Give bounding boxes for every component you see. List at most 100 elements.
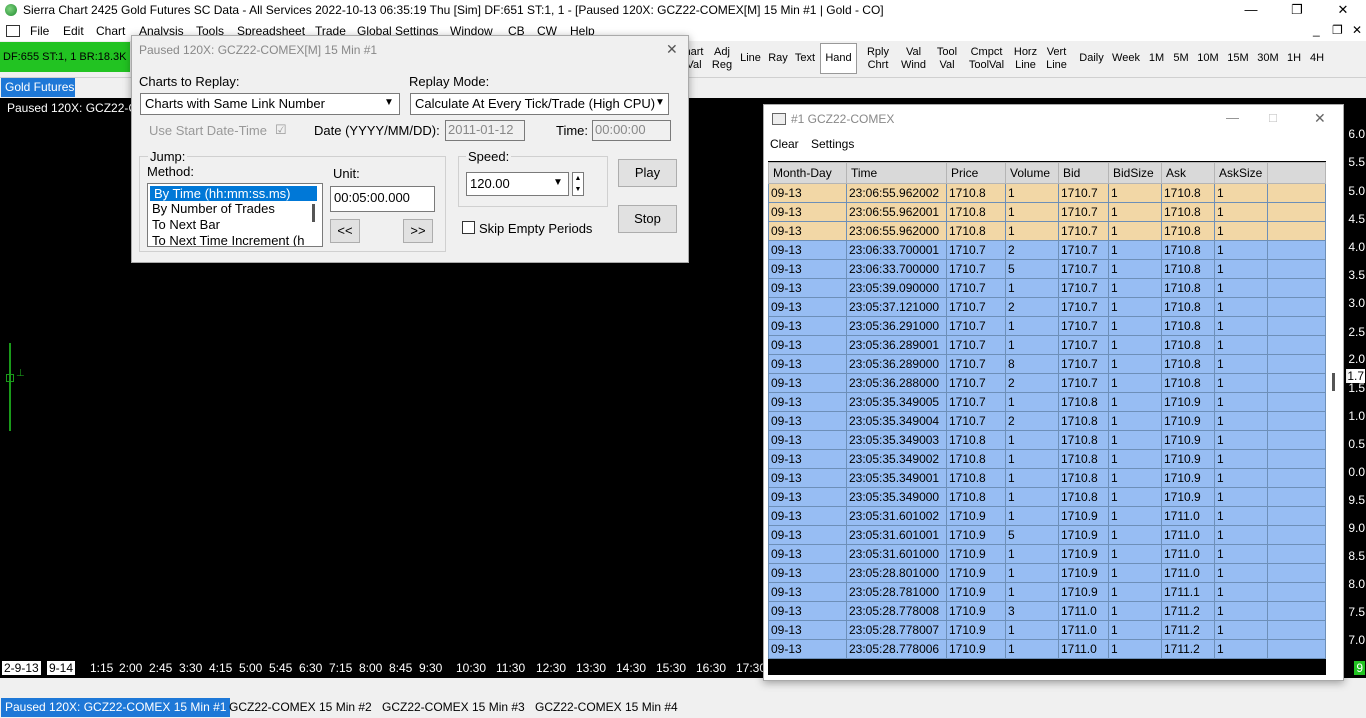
method-scrollbar[interactable] bbox=[312, 204, 315, 222]
jump-back-button[interactable]: << bbox=[330, 219, 360, 243]
ts-close-button[interactable]: ✕ bbox=[1314, 110, 1326, 127]
unit-field[interactable]: 00:05:00.000 bbox=[330, 186, 435, 212]
close-button[interactable]: ✕ bbox=[1320, 0, 1366, 21]
skip-empty-checkbox[interactable] bbox=[462, 221, 475, 234]
toolbar-week-button[interactable]: Week bbox=[1109, 43, 1143, 74]
symbol-tab[interactable]: Gold Futures bbox=[1, 78, 75, 97]
toolbar-vert-line-button[interactable]: Vert Line bbox=[1041, 43, 1072, 74]
table-row[interactable]: 09-13 23:05:35.349002 1710.8 1 1710.8 1 1710.9… bbox=[768, 449, 1326, 469]
table-row[interactable]: 09-13 23:05:35.349003 1710.8 1 1710.8 1 1710.9… bbox=[768, 430, 1326, 450]
table-row[interactable]: 09-13 23:06:55.962002 1710.8 1 1710.7 1 1710.8… bbox=[768, 183, 1326, 203]
table-row[interactable]: 09-13 23:05:36.289001 1710.7 1 1710.7 1 1710.8… bbox=[768, 335, 1326, 355]
chart-tab-3[interactable]: GCZ22-COMEX 15 Min #3 bbox=[378, 698, 529, 717]
table-row[interactable]: 09-13 23:05:31.601002 1710.9 1 1710.9 1 1711.0… bbox=[768, 506, 1326, 526]
toolbar-15m-button[interactable]: 15M bbox=[1224, 43, 1252, 74]
time-field[interactable]: 00:00:00 bbox=[592, 120, 671, 141]
ts-table[interactable]: Month-Day Time Price Volume Bid BidSize … bbox=[768, 162, 1326, 659]
toolbar-hand-button[interactable]: Hand bbox=[820, 43, 857, 74]
method-listbox[interactable]: By Time (hh:mm:ss.ms) By Number of Trade… bbox=[147, 183, 323, 247]
table-row[interactable]: 09-13 23:05:35.349000 1710.8 1 1710.8 1 1710.9… bbox=[768, 487, 1326, 507]
table-row[interactable]: 09-13 23:05:31.601000 1710.9 1 1710.9 1 1711.0… bbox=[768, 544, 1326, 564]
table-row[interactable]: 09-13 23:05:36.288000 1710.7 2 1710.7 1 1710.8… bbox=[768, 373, 1326, 393]
toolbar-rply-chrt-button[interactable]: Rply Chrt bbox=[859, 43, 897, 74]
toolbar-ray-button[interactable]: Ray bbox=[765, 43, 791, 74]
mdi-minimize-button[interactable]: _ bbox=[1313, 23, 1320, 37]
table-cell: 1 bbox=[1108, 525, 1162, 545]
column-header[interactable]: Price bbox=[946, 162, 1006, 184]
method-option[interactable]: By Number of Trades bbox=[148, 201, 322, 217]
chart-tab-1[interactable]: Paused 120X: GCZ22-COMEX 15 Min #1 bbox=[1, 698, 231, 717]
column-header[interactable]: Ask bbox=[1161, 162, 1215, 184]
toolbar-1h-button[interactable]: 1H bbox=[1283, 43, 1305, 74]
chart-tab-4[interactable]: GCZ22-COMEX 15 Min #4 bbox=[531, 698, 682, 717]
menu-edit[interactable]: Edit bbox=[63, 24, 84, 38]
mdi-close-button[interactable]: ✕ bbox=[1352, 23, 1362, 37]
toolbar-1m-button[interactable]: 1M bbox=[1145, 43, 1168, 74]
table-row[interactable]: 09-13 23:05:37.121000 1710.7 2 1710.7 1 1710.8… bbox=[768, 297, 1326, 317]
table-row[interactable]: 09-13 23:05:28.778006 1710.9 1 1711.0 1 1711.2… bbox=[768, 639, 1326, 659]
date-field[interactable]: 2011-01-12 bbox=[445, 120, 525, 141]
table-row[interactable]: 09-13 23:05:36.289000 1710.7 8 1710.7 1 1710.8… bbox=[768, 354, 1326, 374]
table-row[interactable]: 09-13 23:05:35.349005 1710.7 1 1710.8 1 1710.9… bbox=[768, 392, 1326, 412]
table-cell: 09-13 bbox=[768, 620, 847, 640]
table-row[interactable]: 09-13 23:06:33.700001 1710.7 2 1710.7 1 1710.8… bbox=[768, 240, 1326, 260]
toolbar-cmpct-toolval-button[interactable]: Cmpct ToolVal bbox=[965, 43, 1008, 74]
table-cell-blank bbox=[1267, 202, 1326, 222]
chart-tab-2[interactable]: GCZ22-COMEX 15 Min #2 bbox=[225, 698, 376, 717]
toolbar-5m-button[interactable]: 5M bbox=[1169, 43, 1193, 74]
replay-mode-select[interactable]: Calculate At Every Tick/Trade (High CPU) bbox=[410, 93, 669, 115]
toolbar-horz-line-button[interactable]: Horz Line bbox=[1010, 43, 1041, 74]
table-row[interactable]: 09-13 23:06:33.700000 1710.7 5 1710.7 1 1710.8… bbox=[768, 259, 1326, 279]
table-row[interactable]: 09-13 23:05:28.801000 1710.9 1 1710.9 1 1711.0… bbox=[768, 563, 1326, 583]
table-cell: 09-13 bbox=[768, 430, 847, 450]
table-row[interactable]: 09-13 23:06:55.962001 1710.8 1 1710.7 1 1710.8… bbox=[768, 202, 1326, 222]
column-header[interactable]: BidSize bbox=[1108, 162, 1162, 184]
method-option[interactable]: To Next Time Increment (h bbox=[148, 233, 322, 246]
toolbar-tool-val-button[interactable]: Tool Val bbox=[931, 43, 963, 74]
toolbar-10m-button[interactable]: 10M bbox=[1194, 43, 1222, 74]
speed-spinner[interactable]: ▲ ▼ bbox=[572, 172, 584, 196]
replay-close-button[interactable]: ✕ bbox=[666, 41, 678, 58]
toolbar-adj-reg-button[interactable]: Adj Reg bbox=[708, 43, 736, 74]
table-cell: 1 bbox=[1214, 639, 1268, 659]
toolbar-30m-button[interactable]: 30M bbox=[1254, 43, 1282, 74]
toolbar-daily-button[interactable]: Daily bbox=[1075, 43, 1108, 74]
toolbar-text-button[interactable]: Text bbox=[791, 43, 819, 74]
ts-menu-clear[interactable]: Clear bbox=[770, 137, 799, 151]
ts-scrollbar-thumb[interactable] bbox=[1332, 373, 1335, 391]
menu-chart[interactable]: Chart bbox=[96, 24, 125, 38]
play-button[interactable]: Play bbox=[618, 159, 677, 187]
table-row[interactable]: 09-13 23:05:31.601001 1710.9 5 1710.9 1 1711.0… bbox=[768, 525, 1326, 545]
stop-button[interactable]: Stop bbox=[618, 205, 677, 233]
table-row[interactable]: 09-13 23:05:35.349004 1710.7 2 1710.8 1 1710.9… bbox=[768, 411, 1326, 431]
ts-maximize-button[interactable]: □ bbox=[1269, 110, 1277, 125]
minimize-button[interactable]: — bbox=[1228, 0, 1274, 21]
table-cell: 1711.1 bbox=[1161, 582, 1215, 602]
table-row[interactable]: 09-13 23:05:28.781000 1710.9 1 1710.9 1 1711.1… bbox=[768, 582, 1326, 602]
column-header[interactable]: Bid bbox=[1058, 162, 1109, 184]
ts-menu-settings[interactable]: Settings bbox=[811, 137, 854, 151]
menu-file[interactable]: File bbox=[30, 24, 49, 38]
table-row[interactable]: 09-13 23:05:35.349001 1710.8 1 1710.8 1 1710.9… bbox=[768, 468, 1326, 488]
restore-button[interactable]: ❐ bbox=[1274, 0, 1320, 21]
ts-minimize-button[interactable]: — bbox=[1226, 110, 1239, 125]
toolbar-val-wind-button[interactable]: Val Wind bbox=[897, 43, 930, 74]
column-header[interactable]: Month-Day bbox=[768, 162, 847, 184]
mdi-restore-button[interactable]: ❐ bbox=[1332, 23, 1343, 37]
toolbar-line-button[interactable]: Line bbox=[737, 43, 764, 74]
system-menu-icon[interactable] bbox=[6, 25, 20, 37]
method-option[interactable]: By Time (hh:mm:ss.ms) bbox=[150, 186, 317, 201]
charts-to-replay-select[interactable]: Charts with Same Link Number bbox=[140, 93, 400, 115]
table-row[interactable]: 09-13 23:05:36.291000 1710.7 1 1710.7 1 1710.8… bbox=[768, 316, 1326, 336]
method-option[interactable]: To Next Bar bbox=[148, 217, 322, 233]
toolbar-4h-button[interactable]: 4H bbox=[1306, 43, 1328, 74]
table-row[interactable]: 09-13 23:05:28.778008 1710.9 3 1711.0 1 1711.2… bbox=[768, 601, 1326, 621]
column-header[interactable]: AskSize bbox=[1214, 162, 1268, 184]
table-row[interactable]: 09-13 23:05:39.090000 1710.7 1 1710.7 1 1710.8… bbox=[768, 278, 1326, 298]
jump-forward-button[interactable]: >> bbox=[403, 219, 433, 243]
table-row[interactable]: 09-13 23:06:55.962000 1710.8 1 1710.7 1 1710.8… bbox=[768, 221, 1326, 241]
column-header[interactable]: Time bbox=[846, 162, 947, 184]
column-header[interactable]: Volume bbox=[1005, 162, 1059, 184]
table-row[interactable]: 09-13 23:05:28.778007 1710.9 1 1711.0 1 1711.2… bbox=[768, 620, 1326, 640]
use-start-checkbox[interactable]: ☑ bbox=[275, 122, 287, 138]
